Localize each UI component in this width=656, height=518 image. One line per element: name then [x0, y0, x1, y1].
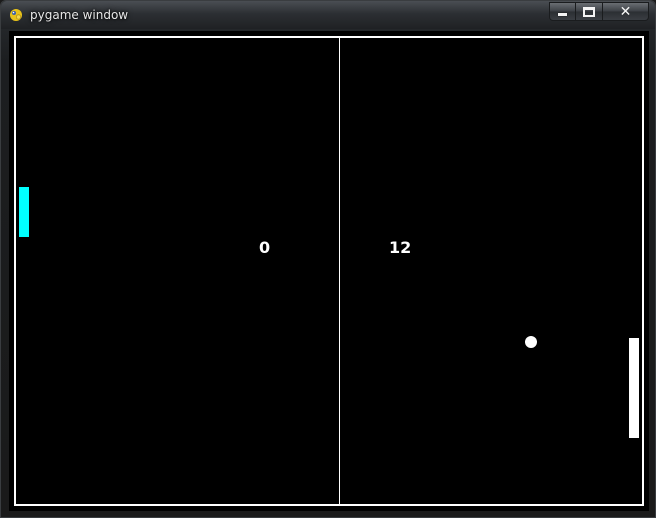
close-button[interactable]: ✕ [603, 2, 649, 21]
center-net-line [339, 37, 340, 505]
game-canvas[interactable]: 0 12 [9, 31, 649, 511]
minimize-button[interactable] [549, 2, 576, 21]
close-icon: ✕ [619, 3, 632, 20]
right-paddle [629, 338, 639, 438]
pygame-snake-icon [8, 7, 24, 23]
minimize-icon [558, 13, 567, 16]
left-player-score: 0 [259, 238, 271, 257]
maximize-icon [583, 6, 595, 17]
app-window: pygame window ✕ 0 12 [0, 0, 656, 518]
right-player-score: 12 [389, 238, 412, 257]
window-controls: ✕ [549, 2, 649, 21]
court-border [14, 36, 644, 506]
maximize-button[interactable] [576, 2, 603, 21]
left-paddle [19, 187, 29, 237]
window-title: pygame window [30, 8, 129, 22]
title-bar[interactable]: pygame window ✕ [1, 1, 655, 29]
ball [525, 336, 537, 348]
